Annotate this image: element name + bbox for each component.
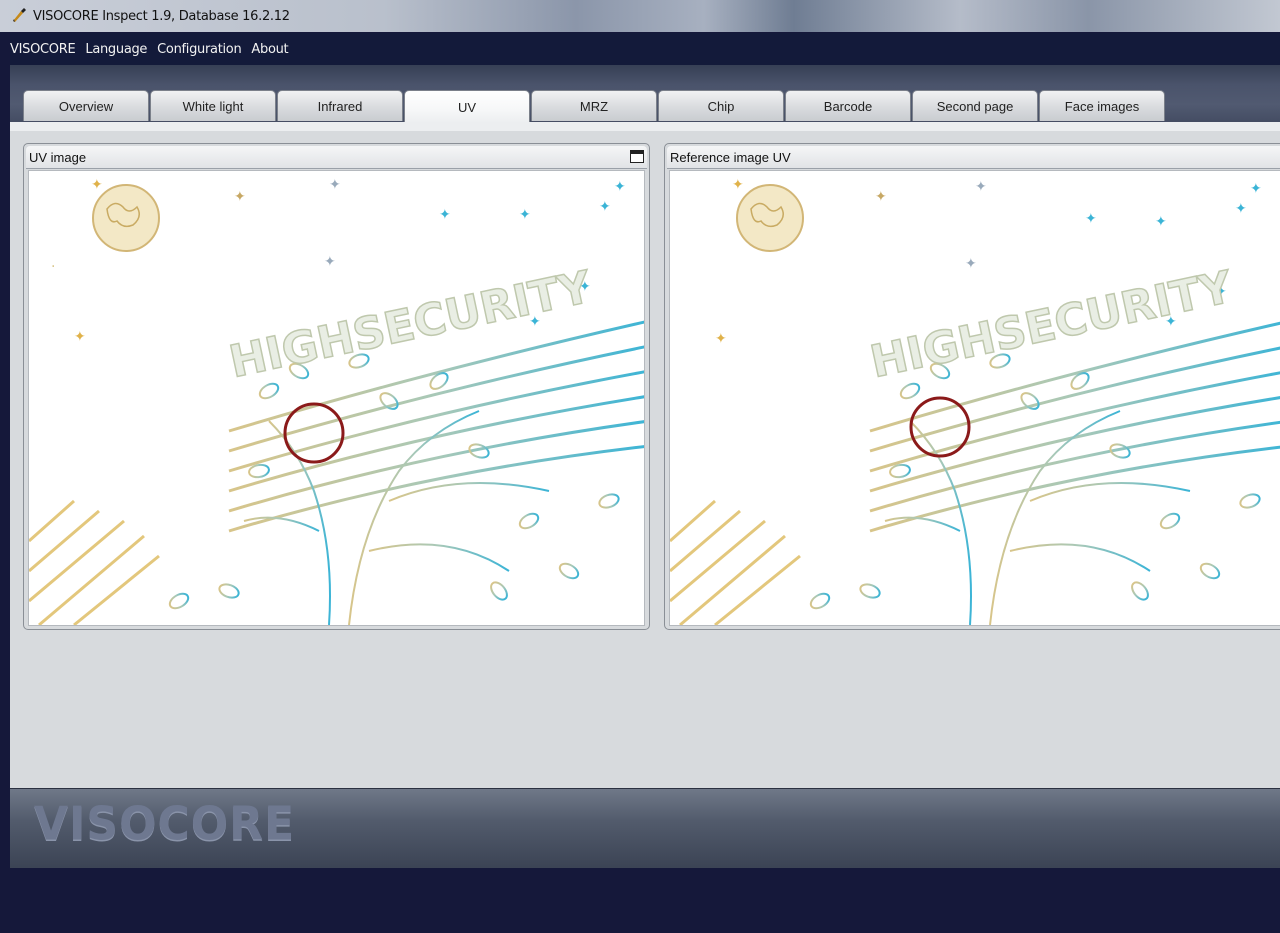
svg-text:✦: ✦: [732, 177, 744, 193]
tab-mrz[interactable]: MRZ: [531, 90, 657, 121]
tab-second-page[interactable]: Second page: [912, 90, 1038, 121]
svg-text:✦: ✦: [975, 179, 987, 195]
tab-overview[interactable]: Overview: [23, 90, 149, 121]
svg-text:✦: ✦: [1155, 214, 1167, 230]
tab-strip-baseline: [10, 122, 1280, 131]
moon-graphic: [736, 184, 804, 252]
footer-bar: VISOCORE: [10, 788, 1280, 869]
highlight-circle: [909, 396, 971, 458]
svg-text:✦: ✦: [324, 254, 336, 270]
menu-configuration[interactable]: Configuration: [152, 42, 246, 57]
uv-document-image: ✦ ✦ ✦ ✦ ✦ ✦ ✦ ✦ ✦ ✦ ✦ · HIGHSECURITY: [29, 177, 644, 625]
reference-image-uv-panel: Reference image UV ✦ ✦ ✦ ✦ ✦ ✦ ✦ ✦ ✦ ✦ ✦…: [664, 143, 1280, 630]
svg-text:✦: ✦: [1235, 201, 1247, 217]
bottom-strip: [0, 868, 1280, 933]
window-title: VISOCORE Inspect 1.9, Database 16.2.12: [33, 9, 290, 24]
svg-text:✦: ✦: [1085, 211, 1097, 227]
svg-text:✦: ✦: [1250, 181, 1262, 197]
tab-uv[interactable]: UV: [404, 90, 530, 123]
menu-bar: VISOCORE Language Configuration About: [10, 33, 1280, 65]
panel-title: UV image: [29, 150, 87, 165]
panel-header: Reference image UV: [667, 146, 1280, 169]
corner-lines: [670, 499, 801, 625]
corner-lines: [29, 499, 160, 625]
panel-title: Reference image UV: [670, 150, 791, 165]
panel-header: UV image: [26, 146, 647, 169]
svg-text:✦: ✦: [599, 199, 611, 215]
tab-strip: Overview White light Infrared UV MRZ Chi…: [10, 65, 1280, 131]
uv-image: ✦ ✦ ✦ ✦ ✦ ✦ ✦ ✦ ✦ ✦ ✦ · HIGHSECURITY: [28, 170, 645, 626]
tab-face-images[interactable]: Face images: [1039, 90, 1165, 121]
maximize-icon[interactable]: [630, 150, 644, 163]
uv-image-panel: UV image ✦ ✦ ✦ ✦ ✦ ✦ ✦ ✦ ✦ ✦ ✦ · HIGHSEC…: [23, 143, 650, 630]
tab-white-light[interactable]: White light: [150, 90, 276, 121]
tab-chip[interactable]: Chip: [658, 90, 784, 121]
svg-text:✦: ✦: [965, 256, 977, 272]
tab-infrared[interactable]: Infrared: [277, 90, 403, 121]
app-pen-icon: [13, 8, 26, 22]
svg-text:✦: ✦: [234, 189, 246, 205]
svg-text:✦: ✦: [439, 207, 451, 223]
tab-list: Overview White light Infrared UV MRZ Chi…: [23, 90, 1166, 123]
app-main-area: Overview White light Infrared UV MRZ Chi…: [10, 65, 1280, 853]
menu-about[interactable]: About: [246, 42, 293, 57]
svg-text:✦: ✦: [614, 179, 626, 195]
svg-text:✦: ✦: [519, 207, 531, 223]
reference-document-image: ✦ ✦ ✦ ✦ ✦ ✦ ✦ ✦ ✦ ✦ ✦ HIGHSECURITY: [670, 177, 1280, 625]
footer-logo: VISOCORE: [34, 797, 296, 852]
svg-text:✦: ✦: [74, 329, 86, 345]
menu-visocore[interactable]: VISOCORE: [10, 42, 80, 57]
reference-uv-image: ✦ ✦ ✦ ✦ ✦ ✦ ✦ ✦ ✦ ✦ ✦ HIGHSECURITY: [669, 170, 1280, 626]
window-title-bar: VISOCORE Inspect 1.9, Database 16.2.12: [0, 0, 1280, 32]
menu-language[interactable]: Language: [80, 42, 152, 57]
svg-text:✦: ✦: [875, 189, 887, 205]
svg-text:✦: ✦: [715, 331, 727, 347]
svg-text:✦: ✦: [329, 177, 341, 193]
tab-barcode[interactable]: Barcode: [785, 90, 911, 121]
svg-text:✦: ✦: [91, 177, 103, 193]
moon-graphic: [92, 184, 160, 252]
svg-text:·: ·: [51, 259, 55, 275]
